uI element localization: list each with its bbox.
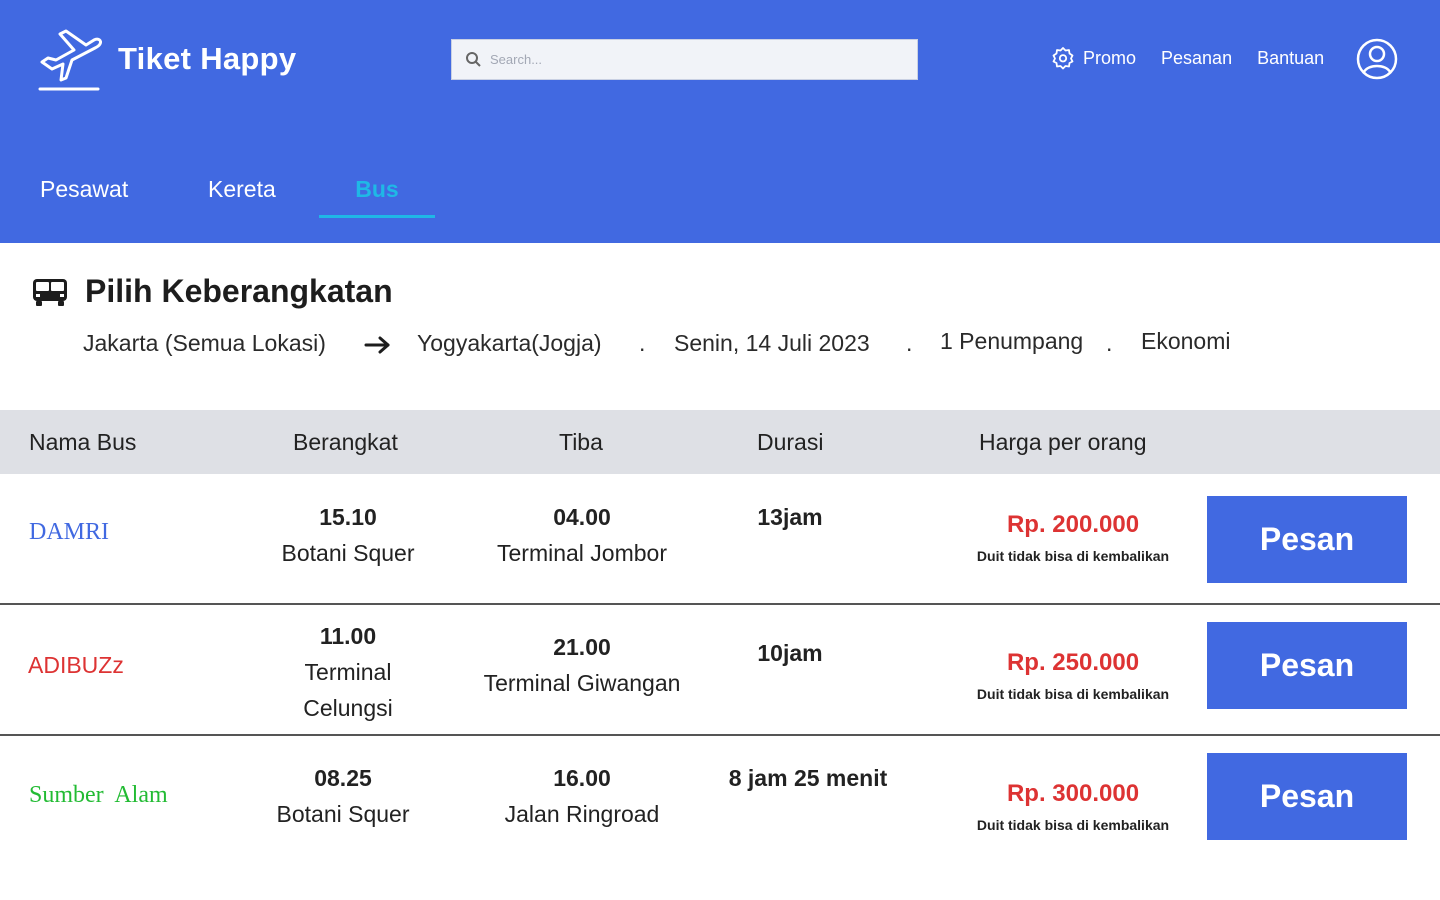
route-summary: Jakarta (Semua Lokasi) Yogyakarta(Jogja)… [0,328,1440,362]
refund-note: Duit tidak bisa di kembalikan [976,548,1170,564]
arrow-right-icon [364,334,392,362]
nav-promo[interactable]: Promo [1051,46,1136,70]
arrive-time: 16.00 [553,765,611,791]
price-amount: Rp. 300.000 [1006,780,1140,807]
arrive-cell: 04.00 Terminal Jombor [462,499,702,571]
refund-note: Duit tidak bisa di kembalikan [976,686,1170,702]
depart-place: Terminal Celungsi [303,659,393,721]
user-circle-icon[interactable] [1356,38,1398,80]
page-title: Pilih Keberangkatan [85,273,393,309]
app-logo[interactable]: Tiket Happy [36,26,296,92]
pesan-button[interactable]: Pesan [1207,753,1407,840]
separator-dot: . [639,330,646,356]
plane-takeoff-icon [38,29,102,91]
header-harga: Harga per orang [979,429,1147,455]
depart-place: Botani Squer [281,540,415,566]
header-nama-bus: Nama Bus [29,429,137,455]
price-amount: Rp. 200.000 [1006,511,1140,538]
arrive-place: Terminal Giwangan [483,670,681,696]
bus-icon [33,278,67,306]
depart-cell: 15.10 Botani Squer [228,499,468,571]
depart-time: 08.25 [314,765,372,791]
table-row: DAMRI 15.10 Botani Squer 04.00 Terminal … [0,474,1440,605]
nav-bantuan-label: Bantuan [1257,47,1325,68]
price-cell: Rp. 200.000 Duit tidak bisa di kembalika… [970,511,1176,567]
depart-cell: 11.00 Terminal Celungsi [228,618,468,726]
route-class: Ekonomi [1141,328,1231,354]
table-row: Sumber Alam 08.25 Botani Squer 16.00 Jal… [0,737,1440,900]
section-header: Pilih Keberangkatan [32,273,393,310]
bus-name: ADIBUZz [28,652,124,678]
route-from: Jakarta (Semua Lokasi) [83,330,326,356]
route-date: Senin, 14 Juli 2023 [674,330,870,356]
refund-note: Duit tidak bisa di kembalikan [976,817,1170,833]
bus-name: DAMRI [29,519,110,545]
nav-pesanan[interactable]: Pesanan [1161,48,1232,69]
arrive-cell: 21.00 Terminal Giwangan [462,629,702,701]
nav-pesanan-label: Pesanan [1161,47,1233,68]
badge-percent-icon [1052,47,1074,70]
price-cell: Rp. 250.000 Duit tidak bisa di kembalika… [970,649,1176,705]
table-header: Nama Bus Berangkat Tiba Durasi Harga per… [0,410,1440,474]
duration: 8 jam 25 menit [728,765,888,791]
separator-dot: . [906,330,913,356]
nav-promo-label: Promo [1083,47,1137,68]
search-bar[interactable] [451,39,918,80]
arrive-time: 21.00 [553,634,611,660]
tab-bus[interactable]: Bus [319,176,435,218]
top-nav: Promo Pesanan Bantuan [1051,46,1324,70]
header-tiba: Tiba [559,429,603,455]
depart-time: 15.10 [319,504,377,530]
arrive-cell: 16.00 Jalan Ringroad [462,760,702,832]
depart-place: Botani Squer [276,801,410,827]
duration: 10jam [757,640,823,666]
arrive-place: Terminal Jombor [497,540,667,566]
bus-name: Sumber Alam [29,782,168,808]
header-durasi: Durasi [757,429,824,455]
top-header: Tiket Happy Promo Pesanan Bantuan Pesawa… [0,0,1440,243]
tab-pesawat[interactable]: Pesawat [40,176,128,218]
tab-kereta[interactable]: Kereta [208,176,276,218]
nav-bantuan[interactable]: Bantuan [1257,48,1324,69]
search-input[interactable] [490,52,910,67]
depart-time: 11.00 [319,623,377,649]
pesan-button[interactable]: Pesan [1207,496,1407,583]
header-berangkat: Berangkat [293,429,398,455]
search-icon [466,52,481,67]
route-passengers: 1 Penumpang [940,328,1084,354]
arrive-time: 04.00 [553,504,611,530]
duration: 13jam [757,504,823,530]
price-amount: Rp. 250.000 [1006,649,1140,676]
route-to: Yogyakarta(Jogja) [417,330,602,356]
price-cell: Rp. 300.000 Duit tidak bisa di kembalika… [970,780,1176,836]
separator-dot: . [1106,330,1113,356]
depart-cell: 08.25 Botani Squer [223,760,463,832]
app-name: Tiket Happy [118,41,297,76]
pesan-button[interactable]: Pesan [1207,622,1407,709]
table-row: ADIBUZz 11.00 Terminal Celungsi 21.00 Te… [0,606,1440,736]
arrive-place: Jalan Ringroad [504,801,660,827]
